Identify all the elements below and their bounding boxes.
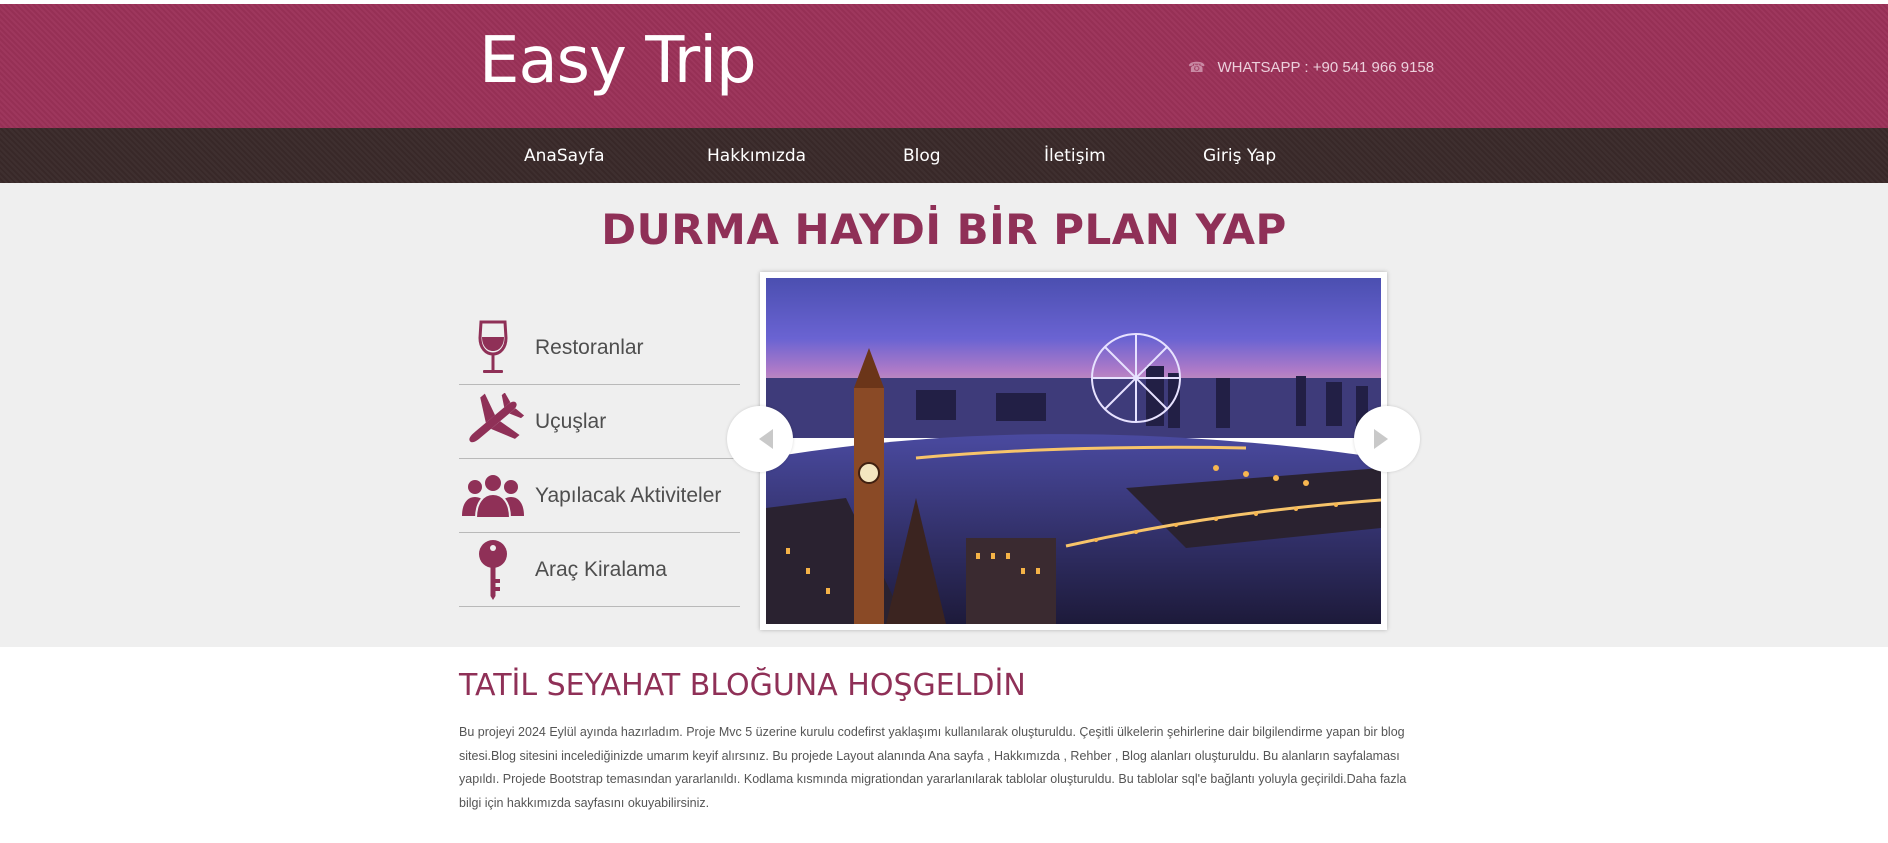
hero-section: DURMA HAYDİ BİR PLAN YAP Restoranlar Uçu… [0,183,1888,647]
welcome-text: Bu projeyi 2024 Eylül ayında hazırladım.… [459,725,1407,810]
phone-icon: ☎ [1188,59,1206,75]
service-label: Uçuşlar [535,409,607,433]
service-item-car-rental[interactable]: Araç Kiralama [459,533,740,607]
nav-item-iletisim[interactable]: İletişim [1044,146,1106,166]
slide-image-london [766,278,1381,624]
image-slider [727,272,1420,630]
site-logo[interactable]: Easy Trip [479,24,757,98]
slider-prev-button[interactable] [727,406,793,472]
service-item-flights[interactable]: Uçuşlar [459,385,740,459]
service-item-restaurants[interactable]: Restoranlar [459,311,740,385]
wine-glass-icon [459,318,527,378]
chevron-left-icon [759,429,773,449]
people-icon [459,466,527,526]
hero-title: DURMA HAYDİ BİR PLAN YAP [601,205,1287,254]
service-label: Araç Kiralama [535,557,667,581]
nav-item-blog[interactable]: Blog [903,146,941,166]
site-header: Easy Trip ☎ WHATSAPP : +90 541 966 9158 [0,4,1888,128]
welcome-title: TATİL SEYAHAT BLOĞUNA HOŞGELDİN [459,668,1026,703]
key-icon [459,539,527,600]
nav-item-hakkimizda[interactable]: Hakkımızda [707,146,806,166]
service-item-activities[interactable]: Yapılacak Aktiviteler [459,459,740,533]
nav-item-anasayfa[interactable]: AnaSayfa [524,146,605,166]
contact-text: WHATSAPP : +90 541 966 9158 [1217,59,1435,76]
airplane-icon [459,392,527,452]
nav-item-giris-yap[interactable]: Giriş Yap [1203,146,1276,166]
slider-next-button[interactable] [1354,406,1420,472]
service-label: Restoranlar [535,335,644,359]
chevron-right-icon [1374,429,1388,449]
contact-info: ☎ WHATSAPP : +90 541 966 9158 [1188,59,1434,76]
main-nav: AnaSayfa Hakkımızda Blog İletişim Giriş … [0,128,1888,183]
service-label: Yapılacak Aktiviteler [535,483,722,507]
services-list: Restoranlar Uçuşlar Yapılacak Aktivitele… [459,311,740,607]
welcome-section: TATİL SEYAHAT BLOĞUNA HOŞGELDİN Bu proje… [459,668,1419,815]
